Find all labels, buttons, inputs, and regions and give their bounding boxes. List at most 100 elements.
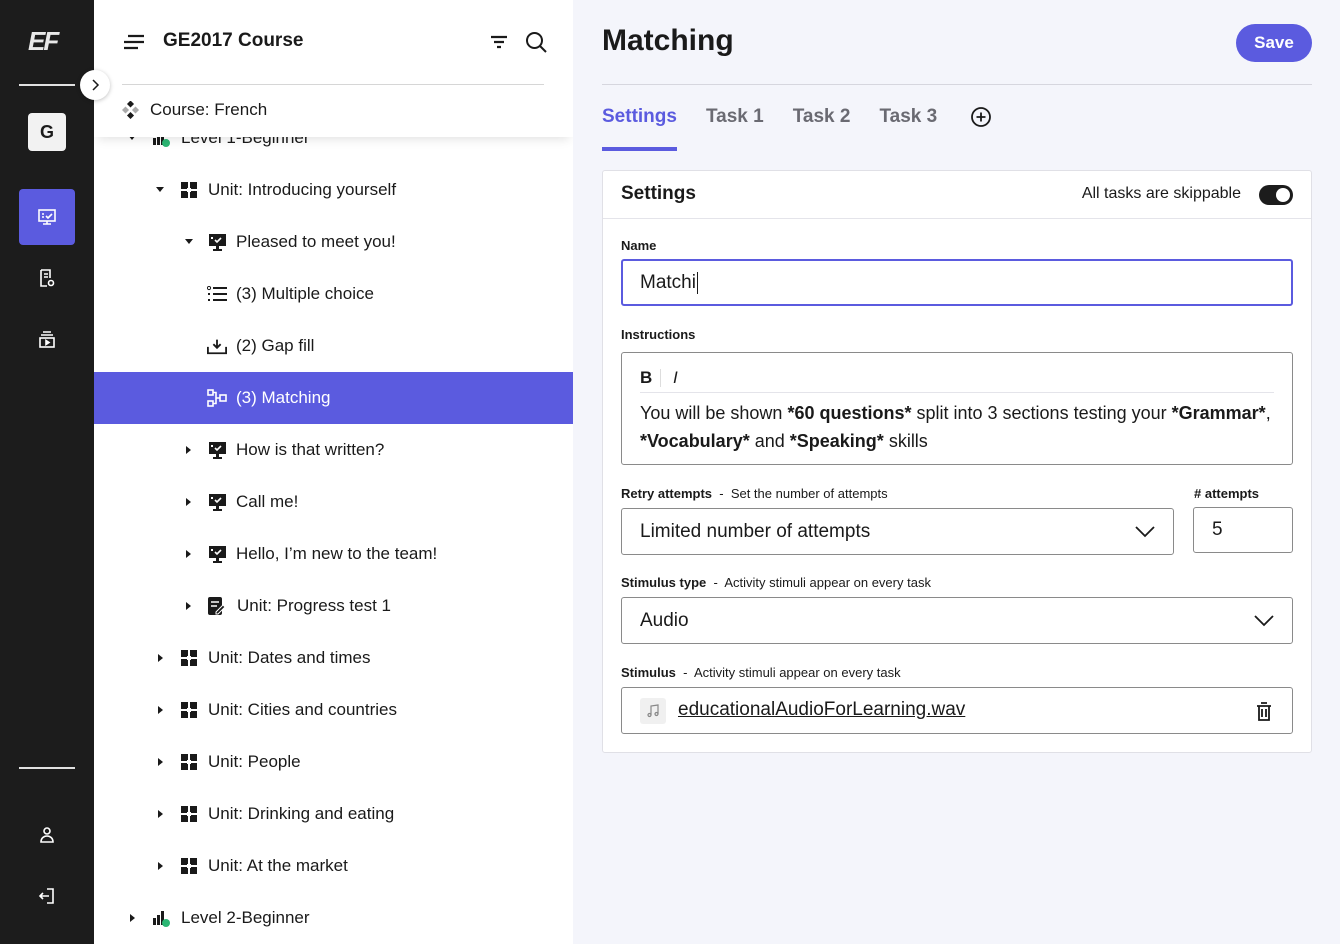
skippable-toggle[interactable] bbox=[1259, 185, 1293, 205]
logout-icon bbox=[38, 888, 54, 904]
instructions-bold-segment: *Speaking* bbox=[789, 431, 884, 451]
test-icon bbox=[207, 596, 227, 616]
rail-profile-button[interactable] bbox=[19, 807, 75, 863]
attempts-value: 5 bbox=[1212, 519, 1223, 540]
rail-content-button[interactable] bbox=[19, 189, 75, 245]
tree-row-lesson[interactable]: How is that written? bbox=[94, 424, 573, 476]
tab-task-2[interactable]: Task 2 bbox=[793, 106, 851, 128]
settings-card-header: Settings All tasks are skippable bbox=[603, 171, 1311, 219]
multiple-choice-icon bbox=[207, 284, 227, 304]
rail-media-button[interactable] bbox=[19, 311, 75, 367]
media-library-icon bbox=[39, 331, 55, 348]
name-value: Matchi bbox=[640, 271, 696, 293]
caret-right-icon[interactable] bbox=[156, 705, 166, 715]
tree-row-activity[interactable]: (3) Multiple choice bbox=[94, 268, 573, 320]
tab-task-3[interactable]: Task 3 bbox=[879, 106, 937, 128]
tree-row-activity[interactable]: (2) Gap fill bbox=[94, 320, 573, 372]
lesson-icon bbox=[207, 492, 227, 512]
matching-icon bbox=[207, 388, 227, 408]
settings-heading: Settings bbox=[621, 183, 696, 204]
unit-icon bbox=[179, 700, 199, 720]
tree-row-unit[interactable]: Unit: People bbox=[94, 736, 573, 788]
name-input[interactable]: Matchi bbox=[621, 259, 1293, 306]
workspace-button[interactable]: G bbox=[28, 113, 66, 151]
caret-down-icon[interactable] bbox=[155, 185, 165, 195]
caret-right-icon[interactable] bbox=[184, 549, 194, 559]
document-settings-icon bbox=[40, 269, 55, 287]
retry-value: Limited number of attempts bbox=[640, 520, 871, 542]
instructions-bold-segment: *Grammar* bbox=[1171, 403, 1266, 423]
tree-row-unit[interactable]: Unit: Cities and countries bbox=[94, 684, 573, 736]
main-editor: Matching Save Settings Task 1 Task 2 Tas… bbox=[573, 0, 1340, 944]
tab-settings[interactable]: Settings bbox=[602, 106, 677, 151]
caret-right-icon[interactable] bbox=[184, 601, 194, 611]
unit-icon bbox=[179, 180, 199, 200]
save-button[interactable]: Save bbox=[1236, 24, 1312, 62]
add-task-icon[interactable] bbox=[970, 106, 992, 128]
tab-task-1[interactable]: Task 1 bbox=[706, 106, 764, 128]
chevron-right-icon bbox=[92, 79, 100, 91]
tree-header: GE2017 Course Course: French bbox=[94, 0, 573, 137]
search-icon[interactable] bbox=[524, 30, 548, 54]
ef-logo[interactable]: EF bbox=[28, 28, 66, 54]
course-breadcrumb[interactable]: Course: French bbox=[122, 100, 267, 120]
text-cursor bbox=[696, 271, 698, 294]
unit-icon bbox=[179, 856, 199, 876]
tree-row-matching-selected[interactable]: (3) Matching bbox=[94, 372, 573, 424]
caret-right-icon[interactable] bbox=[184, 497, 194, 507]
rail-document-settings-button[interactable] bbox=[19, 250, 75, 306]
caret-right-icon[interactable] bbox=[156, 861, 166, 871]
caret-right-icon[interactable] bbox=[156, 757, 166, 767]
instructions-bold-segment: *Vocabulary* bbox=[640, 431, 750, 451]
level-icon bbox=[151, 908, 171, 928]
user-icon bbox=[40, 827, 54, 843]
italic-button[interactable]: I bbox=[673, 368, 678, 388]
lesson-icon bbox=[207, 440, 227, 460]
stimulus-type-value: Audio bbox=[640, 609, 689, 631]
trash-icon[interactable] bbox=[1254, 700, 1274, 722]
tree-row-lesson[interactable]: Hello, I’m new to the team! bbox=[94, 528, 573, 580]
instructions-segment: split into 3 sections testing your bbox=[911, 403, 1172, 423]
title-divider bbox=[602, 84, 1312, 85]
caret-right-icon[interactable] bbox=[156, 809, 166, 819]
instructions-segment: , bbox=[1265, 403, 1271, 423]
tree-row-lesson[interactable]: Pleased to meet you! bbox=[94, 216, 573, 268]
caret-right-icon[interactable] bbox=[128, 913, 138, 923]
course-icon bbox=[122, 101, 140, 119]
stimulus-file-link[interactable]: educationalAudioForLearning.wav bbox=[678, 699, 965, 721]
stimulus-label: Stimulus - Activity stimuli appear on ev… bbox=[621, 665, 901, 680]
chevron-down-icon bbox=[1254, 614, 1274, 626]
tree-row-level-2[interactable]: Level 2-Beginner bbox=[94, 892, 573, 944]
settings-card: Settings All tasks are skippable Name Ma… bbox=[602, 170, 1312, 753]
instructions-editor[interactable]: B I You will be shown *60 questions* spl… bbox=[621, 352, 1293, 465]
editor-toolbar: B I bbox=[640, 363, 1274, 393]
expand-sidebar-button[interactable] bbox=[80, 70, 110, 100]
tree-row-lesson[interactable]: Call me! bbox=[94, 476, 573, 528]
caret-down-icon[interactable] bbox=[184, 237, 194, 247]
tree-row-unit-introducing-yourself[interactable]: Unit: Introducing yourself bbox=[94, 164, 573, 216]
stimulus-type-select[interactable]: Audio bbox=[621, 597, 1293, 644]
tree-row-unit[interactable]: Unit: At the market bbox=[94, 840, 573, 892]
lesson-icon bbox=[207, 232, 227, 252]
filter-icon[interactable] bbox=[489, 32, 509, 52]
rail-logout-button[interactable] bbox=[19, 868, 75, 924]
bold-button[interactable]: B bbox=[640, 368, 658, 388]
chevron-down-icon bbox=[1135, 525, 1155, 537]
page-title: Matching bbox=[602, 24, 734, 57]
unit-icon bbox=[179, 804, 199, 824]
tree-header-divider bbox=[122, 84, 544, 85]
course-title: GE2017 Course bbox=[163, 30, 304, 51]
retry-attempts-select[interactable]: Limited number of attempts bbox=[621, 508, 1174, 555]
tree-row-progress-test[interactable]: Unit: Progress test 1 bbox=[94, 580, 573, 632]
activity-tabs: Settings Task 1 Task 2 Task 3 bbox=[602, 106, 992, 151]
menu-icon[interactable] bbox=[122, 32, 146, 52]
tree-row-unit[interactable]: Unit: Dates and times bbox=[94, 632, 573, 684]
tree-row-unit[interactable]: Unit: Drinking and eating bbox=[94, 788, 573, 840]
content-icon bbox=[38, 209, 56, 225]
attempts-input[interactable]: 5 bbox=[1193, 507, 1293, 553]
instructions-text[interactable]: You will be shown *60 questions* split i… bbox=[640, 399, 1274, 455]
rail-divider bbox=[19, 84, 75, 86]
skippable-label: All tasks are skippable bbox=[1081, 185, 1241, 202]
caret-right-icon[interactable] bbox=[184, 445, 194, 455]
caret-right-icon[interactable] bbox=[156, 653, 166, 663]
